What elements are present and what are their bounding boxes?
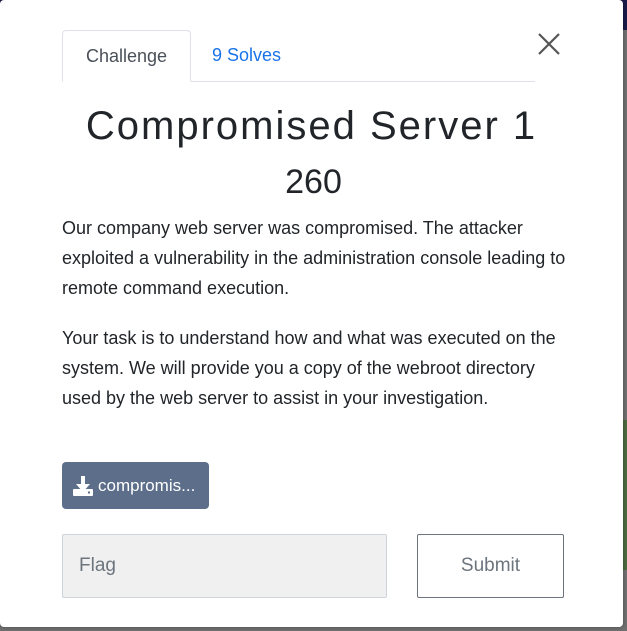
download-file-button[interactable]: compromis... [62, 462, 209, 509]
close-icon [538, 33, 560, 55]
download-file-label: compromis... [98, 475, 196, 495]
tab-solves[interactable]: 9 Solves [191, 30, 302, 81]
description-paragraph: Our company web server was compromised. … [62, 218, 566, 298]
challenge-modal: Challenge 9 Solves Compromised Server 1 … [0, 0, 623, 627]
challenge-points: 260 [285, 163, 342, 201]
modal-tabs: Challenge 9 Solves [62, 30, 535, 82]
submit-button[interactable]: Submit [417, 534, 564, 598]
close-button[interactable] [532, 27, 566, 61]
flag-input[interactable] [62, 534, 387, 598]
tab-challenge[interactable]: Challenge [62, 30, 191, 82]
description-paragraph: Your task is to understand how and what … [62, 328, 556, 408]
download-icon [72, 475, 94, 497]
challenge-title: Compromised Server 1 [85, 104, 538, 148]
